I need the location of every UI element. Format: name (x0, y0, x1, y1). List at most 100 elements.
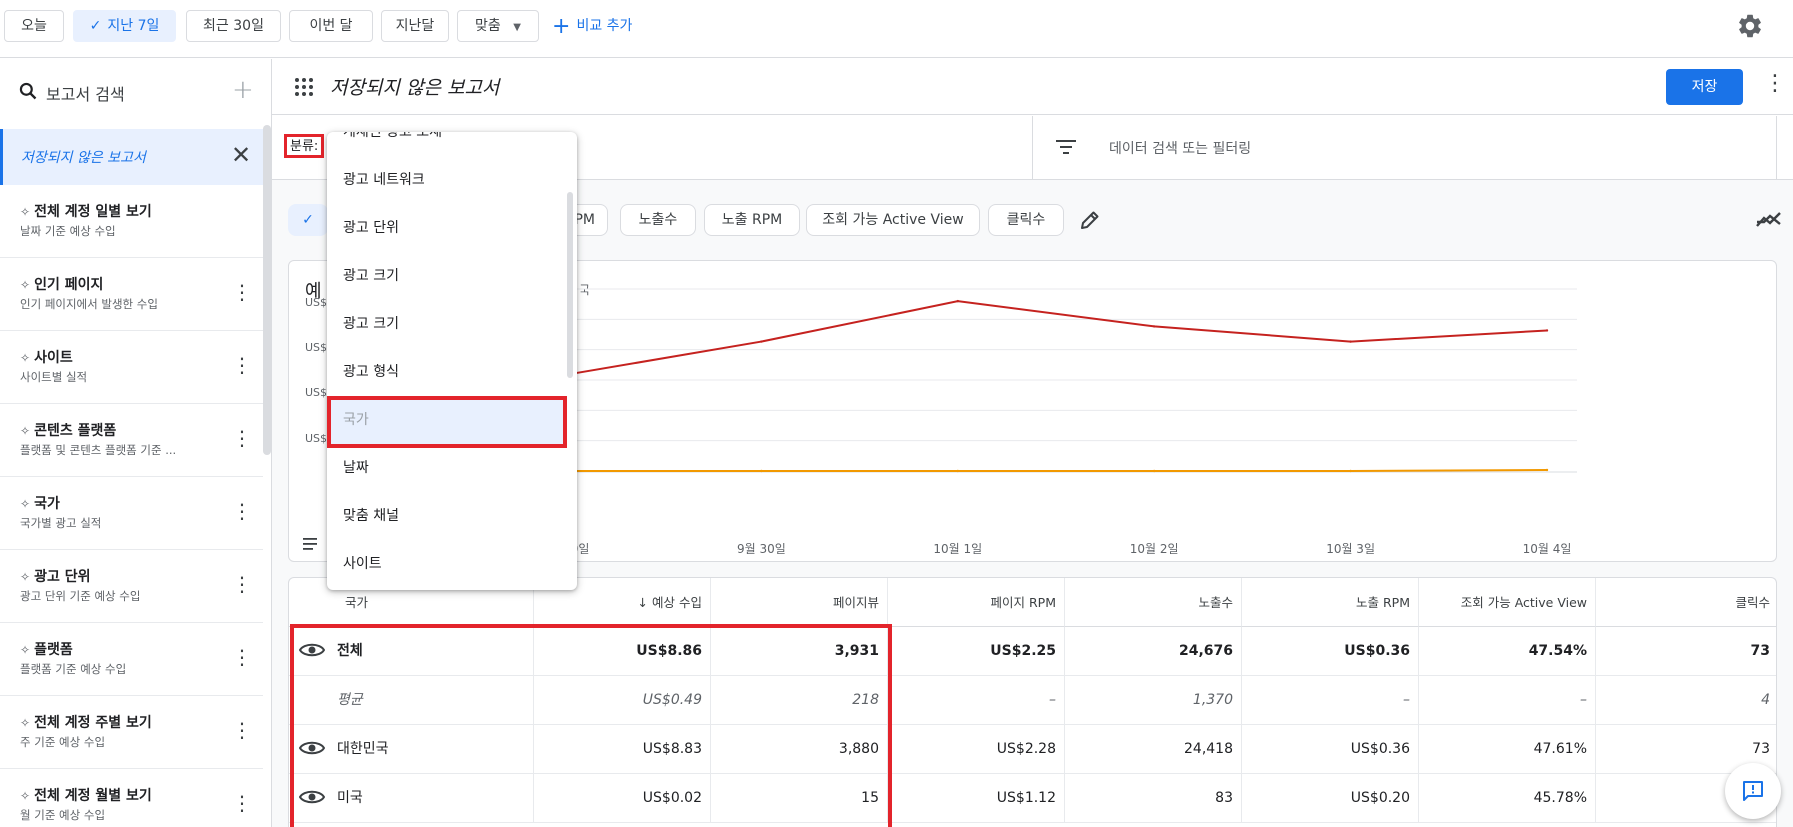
table-cell: US$0.36 (1242, 725, 1419, 774)
sidebar-item-platform[interactable]: ✧ 플랫폼 플랫폼 기준 예상 수입 ⋮ (0, 623, 263, 696)
more-vert-icon[interactable]: ⋮ (232, 501, 252, 521)
sidebar-item-title: 광고 단위 (34, 569, 91, 585)
sidebar-item-title: 플랫폼 (34, 642, 73, 658)
feedback-button[interactable] (1725, 763, 1781, 819)
dropdown-item[interactable]: 광고 형식 (327, 348, 567, 396)
add-report-icon[interactable]: + (232, 75, 254, 105)
series-point (1545, 468, 1549, 472)
dropdown-item[interactable]: 광고 단위 (327, 204, 567, 252)
column-header-clicks[interactable]: 클릭수 (1596, 578, 1776, 627)
series-point (1545, 329, 1549, 332)
table-cell: US$0.36 (1242, 627, 1419, 676)
table-cell: 45.78% (1419, 774, 1596, 823)
breakdown-dropdown: 게재된 광고 조재 광고 네트워크 광고 단위 광고 크기 광고 크기 광고 형… (327, 132, 577, 590)
current-report-label: 저장되지 않은 보고서 (21, 150, 146, 166)
add-comparison-button[interactable]: + 비교 추가 (552, 10, 632, 42)
edit-pencil-icon[interactable] (1078, 208, 1102, 232)
sidebar-item-monthly[interactable]: ✧ 전체 계정 월별 보기 월 기준 예상 수입 ⋮ (0, 769, 263, 827)
sidebar-item-title: 전체 계정 주별 보기 (34, 715, 152, 731)
y-tick-label: US$ (305, 341, 328, 354)
gear-icon[interactable] (1736, 12, 1764, 40)
apps-grid-icon[interactable] (294, 77, 314, 97)
chip-last-month[interactable]: 지난달 (381, 10, 449, 42)
sidebar-item-subtitle: 광고 단위 기준 예상 수입 (20, 589, 141, 603)
more-vert-icon[interactable]: ⋮ (232, 647, 252, 667)
highlight-box-table (290, 624, 892, 827)
sidebar-item-daily[interactable]: ✧ 전체 계정 일별 보기 날짜 기준 예상 수입 (0, 185, 263, 258)
series-point (956, 299, 959, 303)
close-icon[interactable]: ✕ (231, 141, 251, 169)
metric-chip-impressions[interactable]: 노출수 (620, 204, 696, 236)
chip-last-7-days[interactable]: ✓ 지난 7일 (73, 10, 176, 42)
more-vert-icon[interactable]: ⋮ (232, 574, 252, 594)
sidebar-item-content-platform[interactable]: ✧ 콘텐츠 플랫폼 플랫폼 및 콘텐츠 플랫폼 기준 ... ⋮ (0, 404, 263, 477)
table-cell: 1,370 (1065, 676, 1242, 725)
column-header-impression-rpm[interactable]: 노출 RPM (1242, 578, 1419, 627)
column-header-impressions[interactable]: 노출수 (1065, 578, 1242, 627)
check-icon: ✓ (302, 212, 314, 228)
table-cell: US$2.28 (888, 725, 1065, 774)
table-cell: 47.61% (1419, 725, 1596, 774)
table-cell: US$2.25 (888, 627, 1065, 676)
dropdown-item[interactable]: 광고 크기 (327, 252, 567, 300)
sidebar-item-subtitle: 월 기준 예상 수입 (20, 808, 106, 822)
chip-today[interactable]: 오늘 (4, 10, 64, 42)
report-sidebar: 보고서 검색 + 저장되지 않은 보고서 ✕ ✧ 전체 계정 일별 보기 날짜 기… (0, 59, 272, 827)
more-vert-icon[interactable]: ⋮ (232, 428, 252, 448)
x-tick-label: 10월 3일 (1326, 542, 1375, 556)
more-vert-icon[interactable]: ⋮ (1764, 71, 1786, 96)
column-header-label: 예상 수입 (652, 595, 702, 610)
filter-area[interactable]: 데이터 검색 또는 필터링 (1032, 116, 1777, 180)
series-point (1349, 340, 1352, 343)
add-comparison-label: 비교 추가 (576, 18, 633, 34)
chip-last-30-days[interactable]: 최근 30일 (186, 10, 281, 42)
current-report-item[interactable]: 저장되지 않은 보고서 ✕ (0, 129, 263, 185)
table-cell: – (1419, 676, 1596, 725)
chip-custom-label: 맞춤 (475, 18, 501, 34)
sidebar-item-top-pages[interactable]: ✧ 인기 페이지 인기 페이지에서 발생한 수입 ⋮ (0, 258, 263, 331)
sidebar-item-subtitle: 플랫폼 기준 예상 수입 (20, 662, 127, 676)
sidebar-item-sites[interactable]: ✧ 사이트 사이트별 실적 ⋮ (0, 331, 263, 404)
metric-chip-impression-rpm[interactable]: 노출 RPM (704, 204, 800, 236)
sidebar-item-country[interactable]: ✧ 국가 국가별 광고 실적 ⋮ (0, 477, 263, 550)
metric-chip-selected[interactable]: ✓ (288, 204, 328, 236)
column-header-page-views[interactable]: 페이지뷰 (711, 578, 888, 627)
dropdown-item[interactable]: 광고 네트워크 (327, 156, 567, 204)
caret-down-icon: ▼ (513, 22, 521, 33)
table-view-icon[interactable] (303, 538, 317, 550)
chip-this-month[interactable]: 이번 달 (289, 10, 373, 42)
sidebar-item-weekly[interactable]: ✧ 전체 계정 주별 보기 주 기준 예상 수입 ⋮ (0, 696, 263, 769)
trending-icon[interactable] (1756, 210, 1782, 230)
metric-chip-clicks[interactable]: 클릭수 (988, 204, 1064, 236)
report-search[interactable]: 보고서 검색 + (0, 59, 271, 125)
series-point (1153, 469, 1156, 473)
chip-custom[interactable]: 맞춤 ▼ (457, 10, 539, 42)
more-vert-icon[interactable]: ⋮ (232, 793, 252, 813)
dropdown-item[interactable]: 게재된 광고 조재 (327, 132, 567, 156)
sparkle-icon: ✧ (20, 278, 31, 292)
sidebar-scrollbar[interactable] (263, 125, 271, 455)
dropdown-item[interactable]: 광고 크기 (327, 300, 567, 348)
table-cell: 83 (1065, 774, 1242, 823)
breakdown-label[interactable]: 분류: (284, 134, 325, 158)
sparkle-icon: ✧ (20, 789, 31, 803)
search-icon (19, 82, 37, 100)
series-point (760, 340, 763, 343)
sidebar-item-title: 사이트 (34, 350, 73, 366)
sidebar-item-ad-unit[interactable]: ✧ 광고 단위 광고 단위 기준 예상 수입 ⋮ (0, 550, 263, 623)
dropdown-item[interactable]: 날짜 (327, 444, 567, 492)
dropdown-item[interactable]: 맞춤 채널 (327, 492, 567, 540)
filter-placeholder: 데이터 검색 또는 필터링 (1109, 141, 1252, 157)
dropdown-item[interactable]: 사이트 (327, 540, 567, 588)
dropdown-scrollbar[interactable] (567, 192, 573, 378)
more-vert-icon[interactable]: ⋮ (232, 355, 252, 375)
column-header-active-view[interactable]: 조회 가능 Active View (1419, 578, 1596, 627)
save-button[interactable]: 저장 (1666, 69, 1743, 105)
table-cell: US$1.12 (888, 774, 1065, 823)
more-vert-icon[interactable]: ⋮ (232, 720, 252, 740)
sparkle-icon: ✧ (20, 570, 31, 584)
series-line-0 (564, 300, 1548, 376)
column-header-page-rpm[interactable]: 페이지 RPM (888, 578, 1065, 627)
metric-chip-active-view[interactable]: 조회 가능 Active View (806, 204, 980, 236)
more-vert-icon[interactable]: ⋮ (232, 282, 252, 302)
